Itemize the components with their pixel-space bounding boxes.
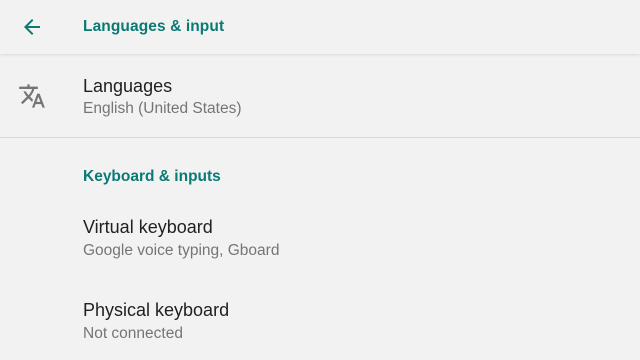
back-button[interactable] [12, 8, 52, 46]
languages-summary: English (United States) [83, 100, 242, 117]
virtual-keyboard-summary: Google voice typing, Gboard [83, 242, 280, 259]
app-bar: Languages & input [0, 0, 640, 54]
arrow-back-icon [24, 19, 40, 35]
physical-keyboard-summary: Not connected [83, 325, 183, 342]
languages-title: Languages [83, 76, 173, 96]
divider [0, 137, 640, 138]
page-title: Languages & input [83, 18, 225, 35]
virtual-keyboard-title: Virtual keyboard [83, 217, 213, 237]
languages-item[interactable]: Languages English (United States) [0, 54, 640, 137]
physical-keyboard-item[interactable]: Physical keyboard Not connected [0, 283, 640, 360]
settings-screen: Languages & input Languages English (Uni… [0, 0, 640, 360]
physical-keyboard-title: Physical keyboard [83, 300, 230, 320]
translate-icon [19, 84, 45, 108]
virtual-keyboard-item[interactable]: Virtual keyboard Google voice typing, Gb… [0, 200, 640, 280]
section-header-keyboard: Keyboard & inputs [83, 168, 221, 185]
